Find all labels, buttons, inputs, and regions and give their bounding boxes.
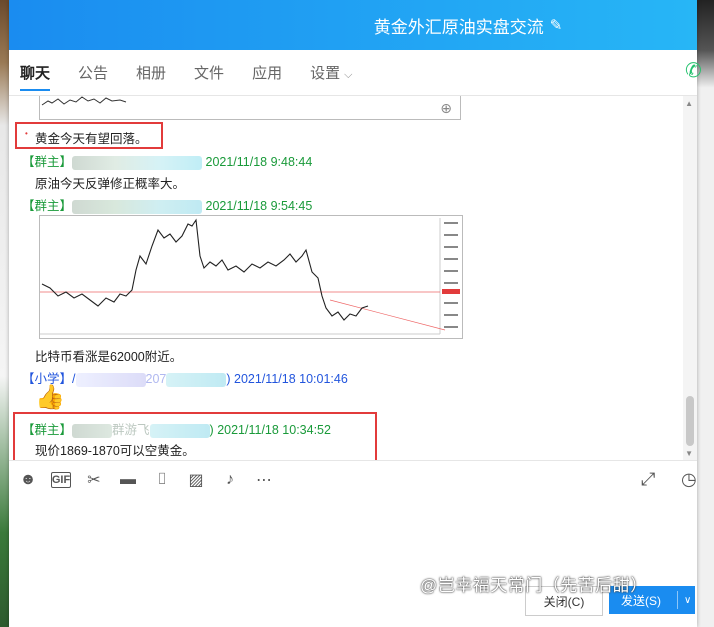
- bullet-dot: •: [25, 129, 28, 138]
- chevron-down-icon[interactable]: ∨: [678, 595, 691, 606]
- bell-icon[interactable]: ♪: [219, 469, 241, 491]
- sender-name-blurred: [75, 372, 146, 387]
- thumbs-up-emoji: 👍: [35, 384, 65, 411]
- scroll-up-icon[interactable]: ▲: [685, 99, 693, 108]
- phone-icon[interactable]: ✆: [685, 58, 707, 82]
- timestamp: 2021/11/18 10:01:46: [234, 372, 348, 386]
- chat-history: ⊕ • 黄金今天有望回落。 【群主】 2021/11/18 9:48:44 原油…: [9, 96, 697, 461]
- message-text: 比特币看涨是62000附近。: [35, 350, 183, 364]
- sender-role: 【群主】: [22, 423, 73, 437]
- candlestick-thumbnail: [41, 96, 127, 106]
- emoji-icon[interactable]: ☻: [17, 469, 39, 491]
- chat-window: 黄金外汇原油实盘交流 ✎ 聊天 公告 相册 文件 应用 设置 ⌵ ✆ ⊕ • 黄金…: [9, 0, 702, 627]
- quick-reply-icon[interactable]: ⌷: [151, 469, 173, 491]
- tab-announcement[interactable]: 公告: [78, 52, 108, 93]
- bitcoin-chart-image[interactable]: [39, 215, 463, 339]
- candlestick-chart: [40, 216, 462, 338]
- tab-settings[interactable]: 设置 ⌵: [310, 52, 352, 93]
- edit-icon[interactable]: ✎: [550, 16, 563, 34]
- tab-chat[interactable]: 聊天: [20, 52, 51, 93]
- message-header: 【群主】 2021/11/18 9:48:44: [22, 151, 312, 170]
- tab-apps[interactable]: 应用: [252, 52, 282, 93]
- watermark-text: @岂幸福天常门（先苦后甜）: [420, 576, 648, 595]
- chart-image-partial[interactable]: ⊕: [39, 96, 461, 120]
- message-text: 原油今天反弹修正概率大。: [35, 177, 186, 191]
- tab-files[interactable]: 文件: [194, 52, 224, 93]
- sender-name-suffix: 207: [145, 372, 167, 386]
- input-toolbar: ☻ GIF ✂ ▬ ⌷ ▨ ♪ ⋯ ⤢ ◷: [9, 461, 697, 499]
- zoom-in-icon[interactable]: ⊕: [440, 100, 452, 117]
- sender-name-prefix: /: [72, 372, 76, 386]
- expand-icon[interactable]: ⤢: [641, 469, 655, 490]
- message-header: 【小学】/207) 2021/11/18 10:01:46: [22, 368, 348, 387]
- chat-scrollbar[interactable]: ▲ ▼: [683, 96, 697, 460]
- history-clock-icon[interactable]: ◷: [681, 469, 697, 490]
- sender-name-close: ): [226, 372, 231, 386]
- title-bar: 黄金外汇原油实盘交流 ✎: [9, 0, 697, 50]
- sender-name-blurred: [72, 155, 203, 170]
- message-header: 【群主】 2021/11/18 9:54:45: [22, 195, 312, 214]
- sender-name-close: ): [209, 423, 214, 437]
- tab-album[interactable]: 相册: [136, 52, 166, 93]
- sender-name-blurred: [149, 423, 210, 438]
- scissors-icon[interactable]: ✂: [83, 469, 105, 491]
- timestamp: 2021/11/18 9:54:45: [205, 199, 313, 213]
- more-icon[interactable]: ⋯: [253, 469, 275, 491]
- message-input[interactable]: [9, 500, 697, 580]
- folder-icon[interactable]: ▬: [117, 469, 139, 491]
- message-text: 黄金今天有望回落。: [35, 132, 148, 146]
- sender-name-mid: 群游飞: [112, 423, 150, 437]
- timestamp: 2021/11/18 9:48:44: [205, 155, 313, 169]
- group-title: 黄金外汇原油实盘交流: [373, 17, 544, 37]
- sender-name-blurred: [72, 423, 113, 438]
- message-text: 现价1869-1870可以空黄金。: [35, 444, 195, 458]
- tab-bar: 聊天 公告 相册 文件 应用 设置 ⌵: [9, 50, 697, 96]
- gif-icon[interactable]: GIF: [51, 472, 71, 488]
- scroll-thumb[interactable]: [686, 396, 694, 446]
- desktop-background-right: [696, 0, 714, 627]
- timestamp: 2021/11/18 10:34:52: [217, 423, 331, 437]
- sender-name-blurred: [166, 372, 227, 387]
- scroll-down-icon[interactable]: ▼: [685, 449, 693, 458]
- sender-role: 【群主】: [22, 199, 73, 213]
- image-icon[interactable]: ▨: [185, 469, 207, 491]
- message-header: 【群主】 群游飞) 2021/11/18 10:34:52: [22, 419, 331, 438]
- sender-role: 【群主】: [22, 155, 73, 169]
- sender-name-blurred: [72, 199, 203, 214]
- tab-settings-label: 设置: [310, 65, 341, 82]
- chevron-down-icon: ⌵: [344, 69, 353, 81]
